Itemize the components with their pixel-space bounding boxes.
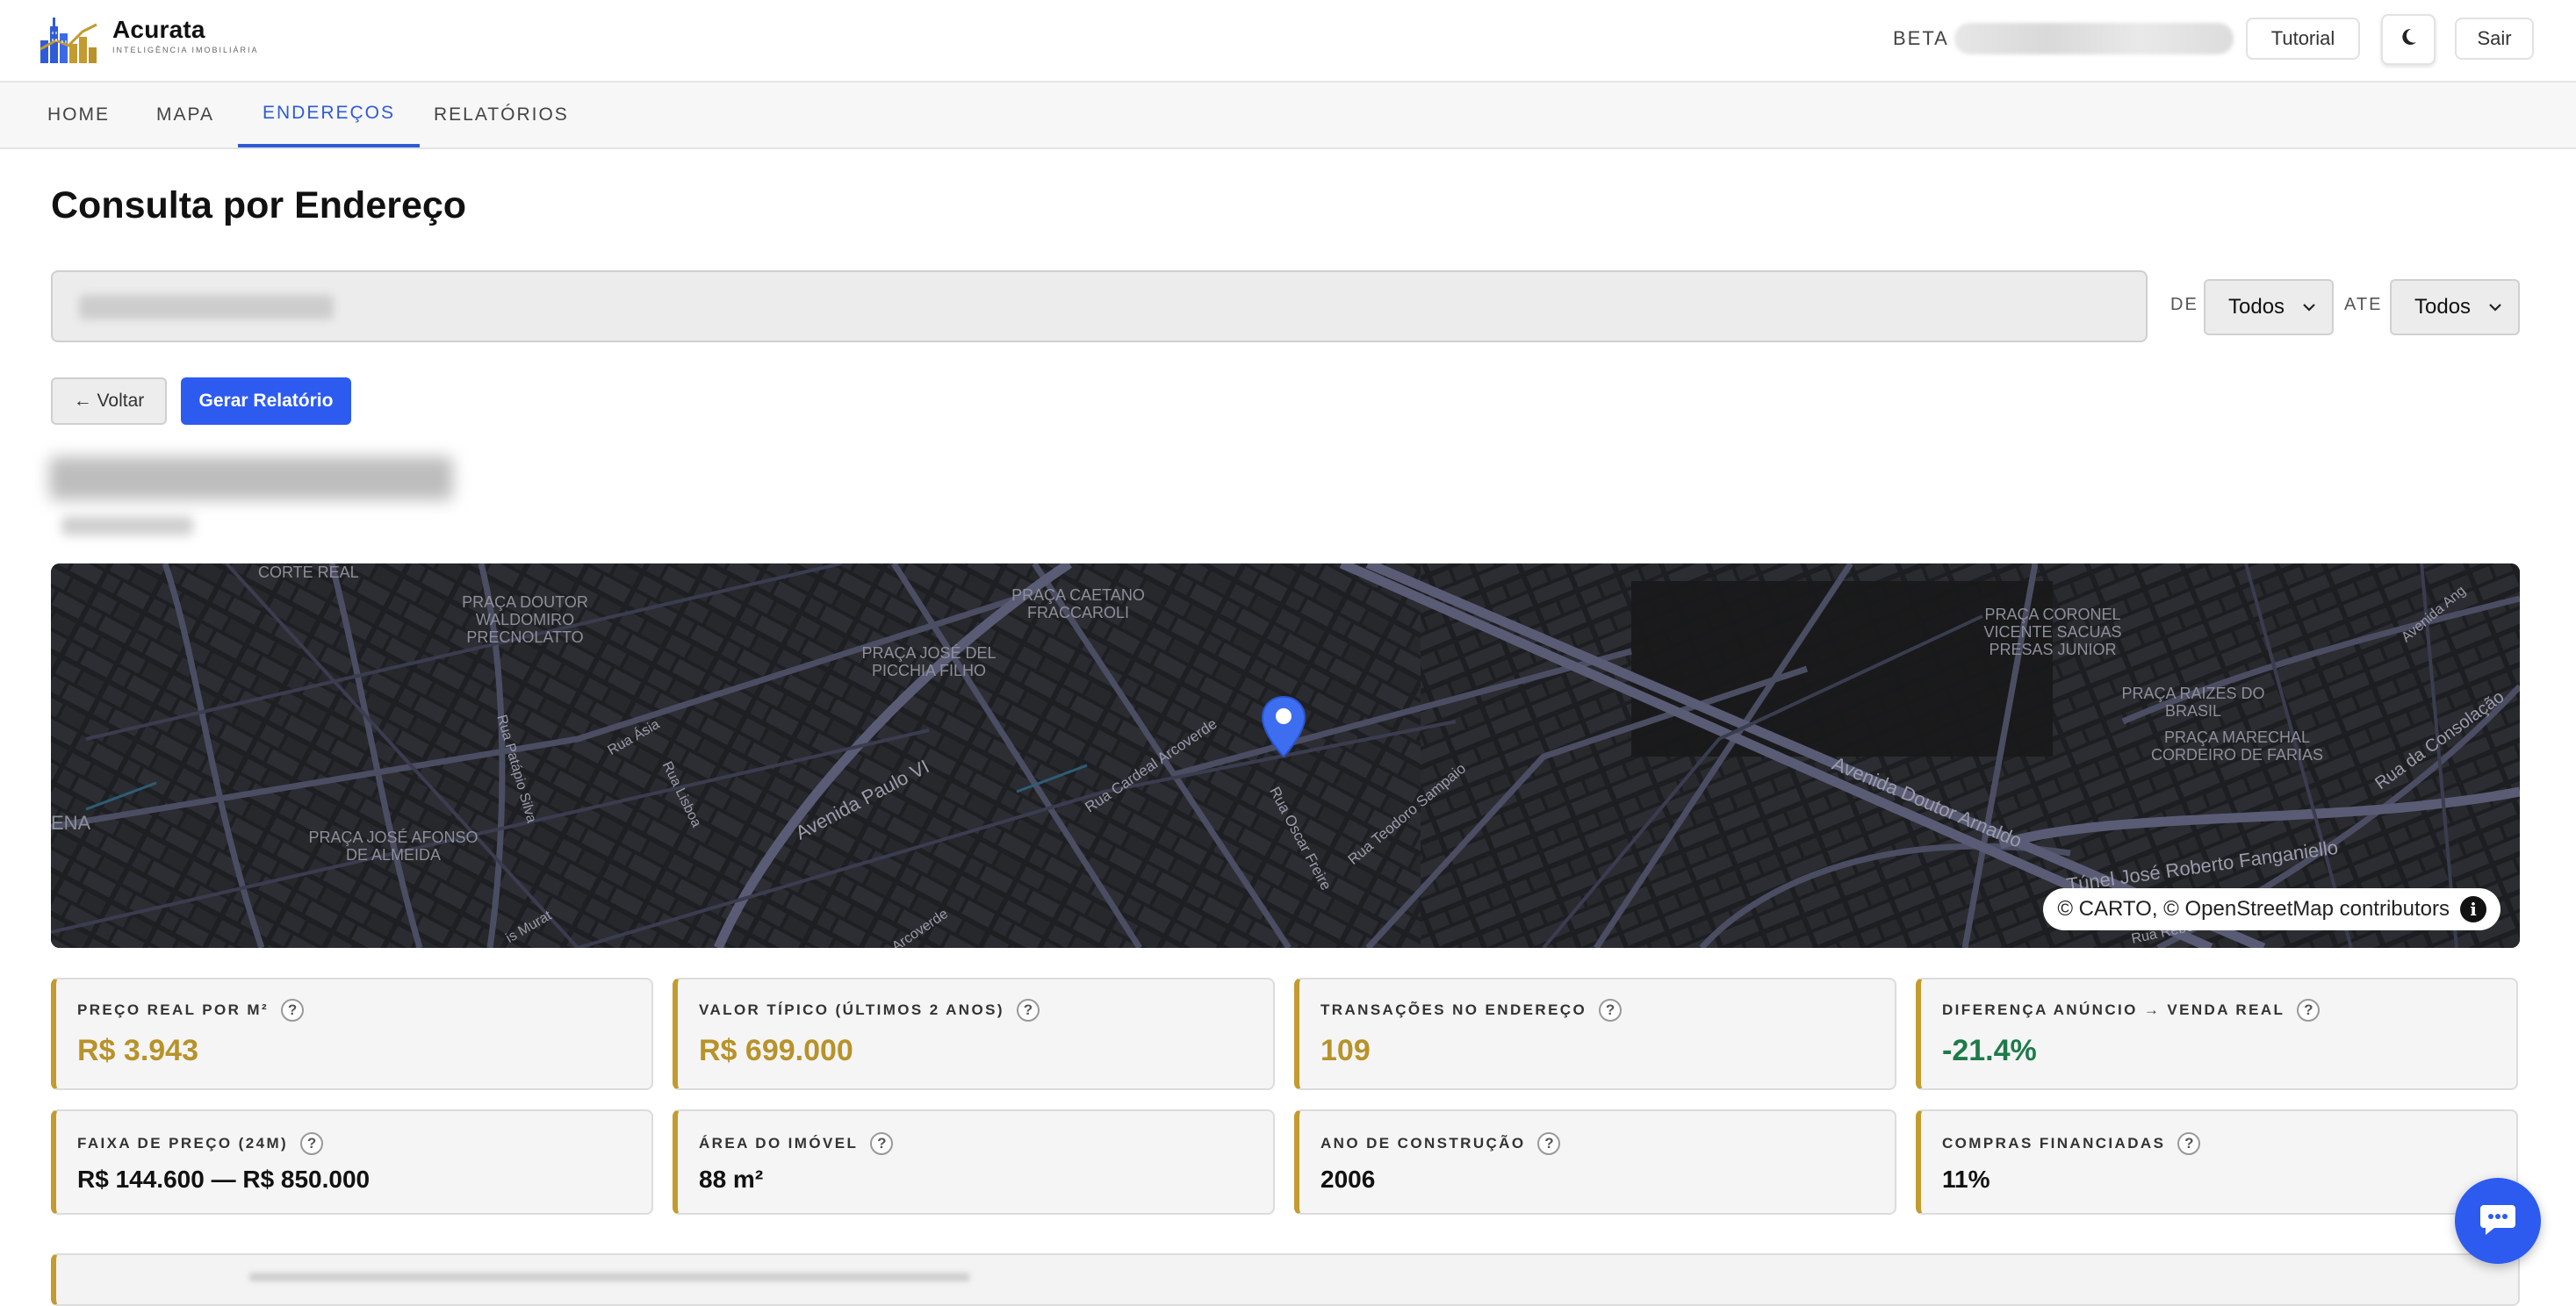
metric-label-text: TRANSAÇÕES NO ENDEREÇO [1320, 1001, 1587, 1018]
metric-value: R$ 144.600 — R$ 850.000 [77, 1166, 371, 1193]
chevron-down-icon [2486, 298, 2504, 321]
top-header: Acurata INTELIGÊNCIA IMOBILIÁRIA BETA Tu… [0, 0, 2576, 83]
metric-value: 88 m² [699, 1166, 764, 1193]
metric-label: ÁREA DO IMÓVEL? [699, 1132, 894, 1155]
metric-label-text: ANO DE CONSTRUÇÃO [1320, 1135, 1526, 1152]
metric-value: R$ 699.000 [699, 1034, 853, 1067]
main-nav: HOME MAPA ENDEREÇOS RELATÓRIOS [0, 83, 2576, 149]
metric-value: 11% [1942, 1166, 1990, 1193]
map-attribution: © CARTO, © OpenStreetMap contributors i [2043, 888, 2500, 930]
metric-card-financed: COMPRAS FINANCIADAS? 11% [1916, 1109, 2518, 1215]
insight-card [51, 1253, 2520, 1306]
metric-label: COMPRAS FINANCIADAS? [1942, 1132, 2201, 1155]
tab-mapa[interactable]: MAPA [156, 83, 214, 147]
address-title-redacted [49, 456, 453, 500]
search-value-redacted [79, 295, 334, 319]
tab-enderecos[interactable]: ENDEREÇOS [238, 83, 421, 147]
help-icon[interactable]: ? [1599, 999, 1623, 1022]
metric-label-text: PREÇO REAL POR M² [77, 1001, 270, 1018]
moon-icon [2398, 26, 2419, 53]
chat-button[interactable] [2455, 1178, 2541, 1264]
brand-tagline: INTELIGÊNCIA IMOBILIÁRIA [112, 46, 259, 54]
metric-label: VALOR TÍPICO (ÚLTIMOS 2 ANOS)? [699, 999, 1040, 1022]
to-label: ATE [2344, 295, 2383, 314]
user-email-redacted [1954, 23, 2234, 54]
insight-text-cut-off [249, 1273, 969, 1281]
metric-label: PREÇO REAL POR M²? [77, 999, 305, 1022]
map-place-label: ENA [51, 812, 91, 834]
metric-label: DIFERENÇA ANÚNCIO → VENDA REAL? [1942, 999, 2321, 1022]
metric-card-price-range: FAIXA DE PREÇO (24M)? R$ 144.600 — R$ 85… [51, 1109, 653, 1215]
theme-toggle-button[interactable] [2381, 14, 2436, 65]
map-place-label: PRAÇA CAETANO FRACCAROLI [1011, 586, 1145, 621]
chevron-down-icon [2300, 298, 2318, 321]
address-subtitle-redacted [61, 516, 193, 535]
help-icon[interactable]: ? [300, 1132, 324, 1155]
map-place-label: PRAÇA CORONEL VICENTE SACUAS PRESAS JUNI… [1983, 606, 2122, 658]
metric-label: FAIXA DE PREÇO (24M)? [77, 1132, 324, 1155]
help-icon[interactable]: ? [2297, 999, 2321, 1022]
help-icon[interactable]: ? [2177, 1132, 2201, 1155]
metric-card-build-year: ANO DE CONSTRUÇÃO? 2006 [1294, 1109, 1896, 1215]
metric-label: ANO DE CONSTRUÇÃO? [1320, 1132, 1561, 1155]
brand-name: Acurata [112, 16, 205, 43]
metric-value: R$ 3.943 [77, 1034, 198, 1067]
metric-value: -21.4% [1942, 1034, 2037, 1067]
metric-card-area: ÁREA DO IMÓVEL? 88 m² [673, 1109, 1275, 1215]
from-label: DE [2170, 295, 2198, 314]
to-year-value: Todos [2414, 295, 2472, 319]
help-icon[interactable]: ? [870, 1132, 894, 1155]
beta-badge: BETA [1893, 27, 1949, 49]
brand: Acurata INTELIGÊNCIA IMOBILIÁRIA [112, 16, 259, 54]
acurata-logo-icon[interactable] [39, 14, 100, 65]
tab-relatorios[interactable]: RELATÓRIOS [434, 83, 569, 147]
metric-label: TRANSAÇÕES NO ENDEREÇO? [1320, 999, 1623, 1022]
metric-card-transactions: TRANSAÇÕES NO ENDEREÇO? 109 [1294, 978, 1896, 1090]
map-place-label: PRAÇA RAIZES DO BRASIL [2121, 685, 2265, 720]
metric-value: 2006 [1320, 1166, 1376, 1193]
help-icon[interactable]: ? [1537, 1132, 1561, 1155]
metric-label-text: DIFERENÇA ANÚNCIO → VENDA REAL [1942, 1001, 2285, 1018]
metric-label-text: VALOR TÍPICO (ÚLTIMOS 2 ANOS) [699, 1001, 1004, 1018]
from-year-select[interactable]: Todos [2204, 279, 2334, 335]
help-icon[interactable]: ? [281, 999, 305, 1022]
map-attribution-text[interactable]: © CARTO, © OpenStreetMap contributors [2057, 897, 2450, 922]
tab-home[interactable]: HOME [47, 83, 110, 147]
generate-report-button[interactable]: Gerar Relatório [181, 377, 351, 425]
map-place-label: PRAÇA JOSÉ AFONSO DE ALMEIDA [308, 829, 479, 864]
address-search-input[interactable] [51, 270, 2148, 342]
metric-card-typical-value: VALOR TÍPICO (ÚLTIMOS 2 ANOS)? R$ 699.00… [673, 978, 1275, 1090]
metric-value: 109 [1320, 1034, 1371, 1067]
metric-label-text: FAIXA DE PREÇO (24M) [77, 1135, 289, 1152]
location-map[interactable]: CORTE REAL PRAÇA DOUTOR WALDOMIRO PRECNO… [51, 563, 2520, 948]
metric-card-listing-vs-sale: DIFERENÇA ANÚNCIO → VENDA REAL? -21.4% [1916, 978, 2518, 1090]
to-year-select[interactable]: Todos [2390, 279, 2520, 335]
page-title: Consulta por Endereço [51, 184, 467, 226]
metric-card-price-per-m2: PREÇO REAL POR M²? R$ 3.943 [51, 978, 653, 1090]
map-place-label: CORTE REAL [258, 563, 359, 581]
metric-label-text: COMPRAS FINANCIADAS [1942, 1135, 2166, 1152]
info-icon[interactable]: i [2460, 896, 2486, 922]
logout-button[interactable]: Sair [2455, 18, 2534, 60]
metric-label-text: ÁREA DO IMÓVEL [699, 1135, 859, 1152]
map-place-label: PRAÇA JOSÉ DEL PICCHIA FILHO [861, 644, 997, 679]
map-place-label: PRAÇA MARECHAL CORDEIRO DE FARIAS [2150, 728, 2324, 764]
map-place-label: PRAÇA DOUTOR WALDOMIRO PRECNOLATTO [462, 593, 588, 646]
chat-bubble-icon [2479, 1202, 2517, 1241]
tutorial-button[interactable]: Tutorial [2246, 18, 2360, 60]
back-button[interactable]: ← Voltar [51, 377, 167, 425]
help-icon[interactable]: ? [1016, 999, 1040, 1022]
from-year-value: Todos [2228, 295, 2285, 319]
